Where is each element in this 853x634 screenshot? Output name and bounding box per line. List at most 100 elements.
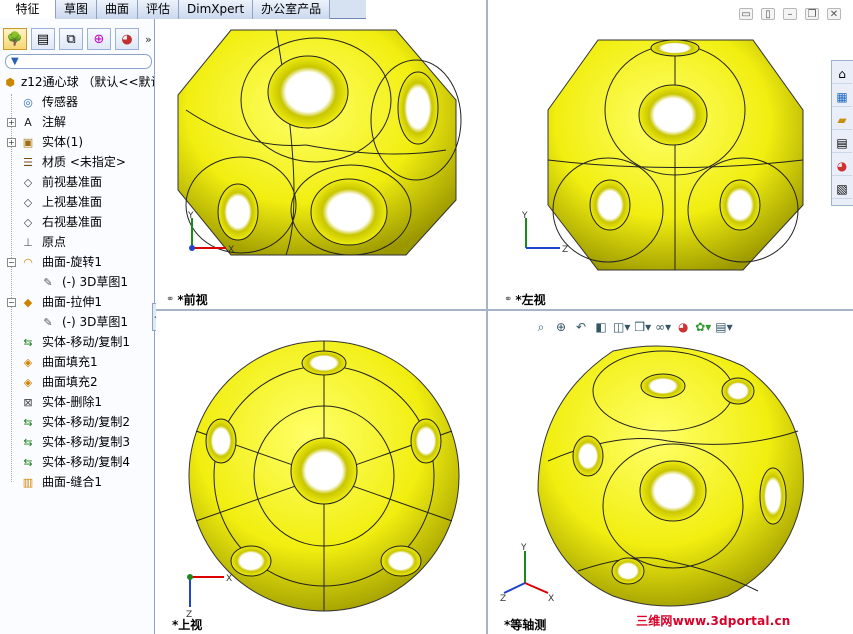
revolve-surface-icon: ◠ [23, 255, 33, 269]
tab-4[interactable]: DimXpert [179, 0, 254, 19]
task-pane: ⌂ ▦ ▰ ▤ ◕ ▧ [831, 60, 853, 206]
minimize-icon[interactable]: – [783, 8, 797, 20]
tile-horizontal-icon[interactable]: ▭ [739, 8, 753, 20]
sketch-3d-icon: ✎ [43, 315, 53, 329]
tree-item-label: 原点 [42, 235, 67, 249]
tab-2[interactable]: 曲面 [97, 0, 139, 19]
tree-filter-input[interactable]: ▼ [5, 54, 152, 69]
tree-item[interactable]: ⇆ 实体-移动/复制4 [0, 452, 154, 472]
expand-toggle-icon[interactable]: − [7, 258, 16, 267]
custom-properties-icon[interactable]: ▧ [832, 179, 852, 199]
tree-item-label: 右视基准面 [42, 215, 103, 229]
delete-body-icon: ⊠ [23, 395, 33, 409]
sensor-icon: ◎ [23, 95, 33, 109]
move-copy-icon: ⇆ [23, 455, 33, 469]
view-orientation-icon[interactable]: ◫▾ [613, 319, 630, 335]
tile-vertical-icon[interactable]: ▯ [761, 8, 775, 20]
viewport-splitter-vertical[interactable] [486, 0, 488, 634]
tree-item[interactable]: + A 注解 [0, 112, 154, 132]
edit-appearance-icon[interactable]: ◕ [675, 319, 691, 335]
design-library-icon[interactable]: ▦ [832, 87, 852, 107]
svg-text:Z: Z [500, 594, 506, 603]
section-view-icon[interactable]: ◧ [593, 319, 609, 335]
appearances-icon[interactable]: ◕ [832, 156, 852, 176]
view-palette-icon[interactable]: ▤ [832, 133, 852, 153]
knit-surface-icon: ▥ [22, 475, 34, 489]
tree-item[interactable]: ⇆ 实体-移动/复制2 [0, 412, 154, 432]
view-label-left: ⚭ * 左视 [504, 292, 546, 308]
feature-tree: ⬢ z12通心球 （默认<<默认 ◎ 传感器 + A 注解 + ▣ 实体(1) ☰ 材质 <未指定… [0, 72, 154, 492]
tree-item[interactable]: ⇆ 实体-移动/复制3 [0, 432, 154, 452]
annotations-icon: A [24, 115, 32, 129]
tree-item[interactable]: + ▣ 实体(1) [0, 132, 154, 152]
tree-item-label: 曲面-旋转1 [42, 255, 102, 269]
tree-item[interactable]: ⊥ 原点 [0, 232, 154, 252]
axis-triad-top: X Z [186, 574, 232, 619]
viewport-isometric[interactable]: Y X Z * 等轴测 [488, 311, 853, 634]
tree-root-label: z12通心球 （默认<<默认 [21, 75, 154, 89]
tree-item[interactable]: ▥ 曲面-缝合1 [0, 472, 154, 492]
viewport-top[interactable]: X Z * 上视 [156, 311, 486, 634]
restore-icon[interactable]: ❐ [805, 8, 819, 20]
tree-item-label: 上视基准面 [42, 195, 103, 209]
svg-text:X: X [226, 574, 232, 584]
tab-3[interactable]: 评估 [138, 0, 180, 19]
dimxpert-manager-icon[interactable]: ⊕ [87, 28, 111, 50]
command-manager-tabs: 特征 草图 曲面 评估 DimXpert 办公室产品 [0, 0, 366, 19]
tree-item[interactable]: ⊠ 实体-删除1 [0, 392, 154, 412]
tree-item[interactable]: ☰ 材质 <未指定> [0, 152, 154, 172]
svg-text:Y: Y [520, 543, 527, 553]
tree-item[interactable]: ◇ 右视基准面 [0, 212, 154, 232]
hide-show-icon[interactable]: ∞▾ [655, 319, 671, 335]
axis-triad-front: Y X [187, 211, 234, 255]
file-explorer-icon[interactable]: ▰ [832, 110, 852, 130]
display-manager-icon[interactable]: ◕ [115, 28, 139, 50]
expand-toggle-icon[interactable]: − [7, 298, 16, 307]
tree-item-label: 前视基准面 [42, 175, 103, 189]
origin-icon: ⊥ [23, 235, 33, 249]
tree-item[interactable]: ◈ 曲面填充1 [0, 352, 154, 372]
feature-manager-icon[interactable]: 🌳 [3, 28, 27, 50]
view-label-iso: * 等轴测 [504, 617, 547, 633]
tree-item[interactable]: ◎ 传感器 [0, 92, 154, 112]
tab-5[interactable]: 办公室产品 [253, 0, 331, 19]
tree-item-label: 实体-移动/复制1 [42, 335, 131, 349]
expand-toggle-icon[interactable]: + [7, 118, 16, 127]
tree-item-label: 传感器 [42, 95, 79, 109]
model-left [547, 39, 804, 271]
view-settings-icon[interactable]: ▤▾ [715, 319, 732, 335]
tab-1[interactable]: 草图 [56, 0, 98, 19]
tree-item[interactable]: ◈ 曲面填充2 [0, 372, 154, 392]
zoom-to-area-icon[interactable]: ⊕ [553, 319, 569, 335]
tree-item[interactable]: ⇆ 实体-移动/复制1 [0, 332, 154, 352]
close-icon[interactable]: ✕ [827, 8, 841, 20]
tree-item[interactable]: ◇ 上视基准面 [0, 192, 154, 212]
home-icon[interactable]: ⌂ [832, 64, 852, 84]
viewport-splitter-horizontal[interactable] [156, 309, 853, 311]
configuration-manager-icon[interactable]: ⧉ [59, 28, 83, 50]
tree-item[interactable]: ✎ (-) 3D草图1 [0, 272, 154, 292]
viewport-left[interactable]: Y Z ▭ ▯ – ❐ ✕ ⌂ ▦ ▰ ▤ ◕ ▧ ⚭ * 左视 [488, 0, 853, 309]
tree-item[interactable]: − ◠ 曲面-旋转1 [0, 252, 154, 272]
tree-root[interactable]: ⬢ z12通心球 （默认<<默认 [0, 72, 154, 92]
expand-toggle-icon[interactable]: + [7, 138, 16, 147]
tree-item[interactable]: ◇ 前视基准面 [0, 172, 154, 192]
display-style-icon[interactable]: ❒▾ [634, 319, 651, 335]
tree-item-label: 实体-移动/复制4 [42, 455, 131, 469]
zoom-to-fit-icon[interactable]: ⌕ [533, 319, 549, 335]
tab-0[interactable]: 特征 [0, 0, 56, 19]
previous-view-icon[interactable]: ↶ [573, 319, 589, 335]
watermark: 三维网www.3dportal.cn [636, 614, 791, 628]
panel-more-button[interactable]: » [145, 33, 152, 46]
viewport-front[interactable]: Y X ⚭ * 前视 [156, 0, 486, 309]
part-icon: ⬢ [5, 75, 15, 89]
tree-item-label: 实体-删除1 [42, 395, 102, 409]
tree-item-label: 实体-移动/复制2 [42, 415, 131, 429]
tree-item[interactable]: ✎ (-) 3D草图1 [0, 312, 154, 332]
apply-scene-icon[interactable]: ✿▾ [695, 319, 711, 335]
link-views-icon: ⚭ [166, 294, 175, 305]
tree-item-label: (-) 3D草图1 [62, 275, 129, 289]
tree-item[interactable]: − ◆ 曲面-拉伸1 [0, 292, 154, 312]
fill-surface-icon: ◈ [23, 375, 33, 389]
property-manager-icon[interactable]: ▤ [31, 28, 55, 50]
